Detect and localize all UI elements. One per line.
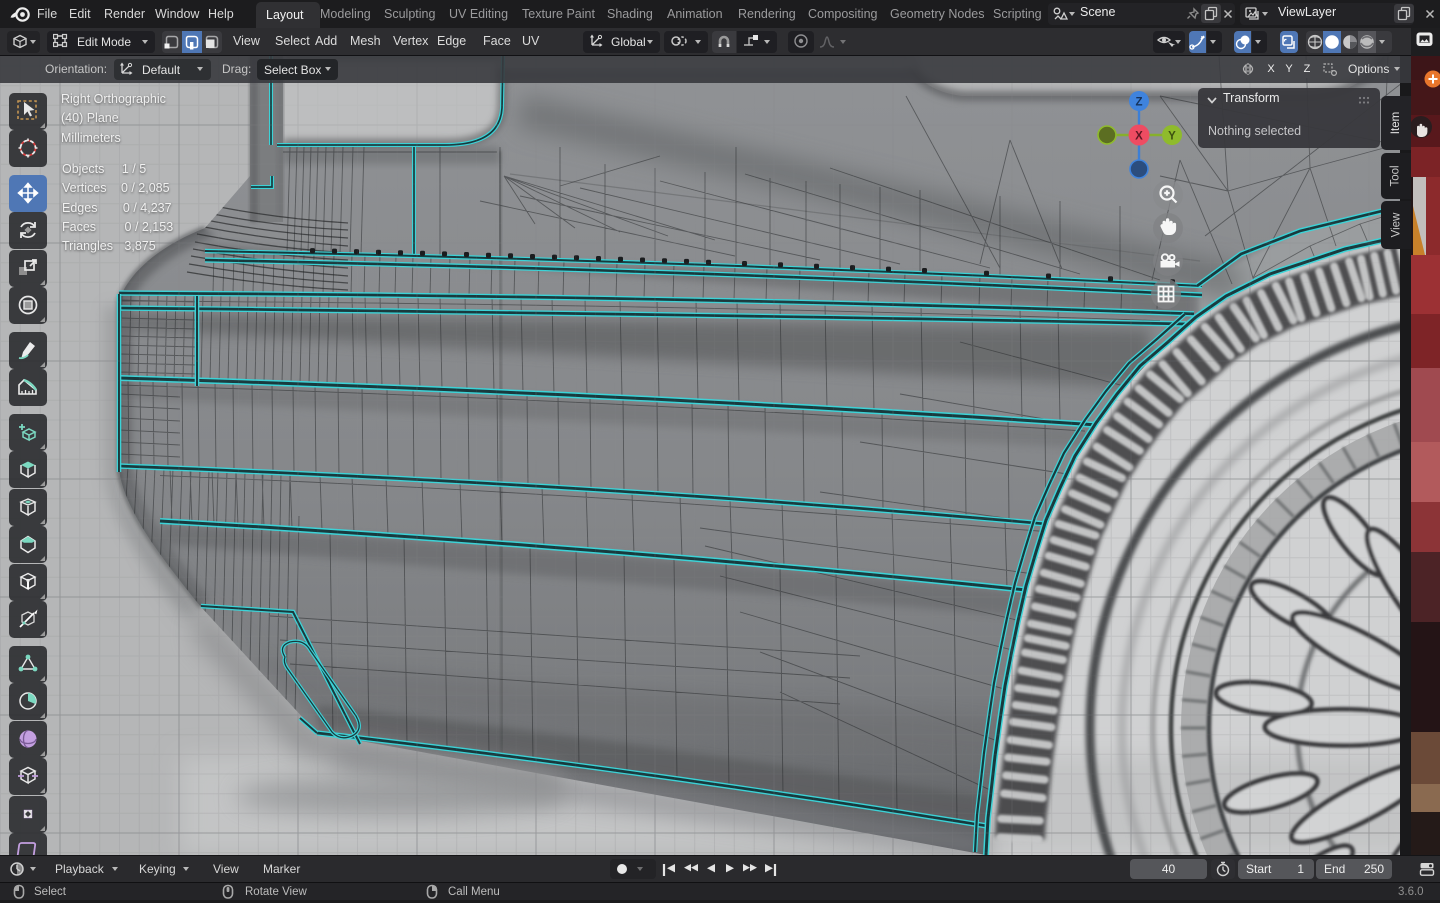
svg-text:X: X (1135, 131, 1143, 143)
svg-text:Y: Y (1168, 131, 1176, 143)
svg-text:Z: Z (1135, 97, 1142, 109)
